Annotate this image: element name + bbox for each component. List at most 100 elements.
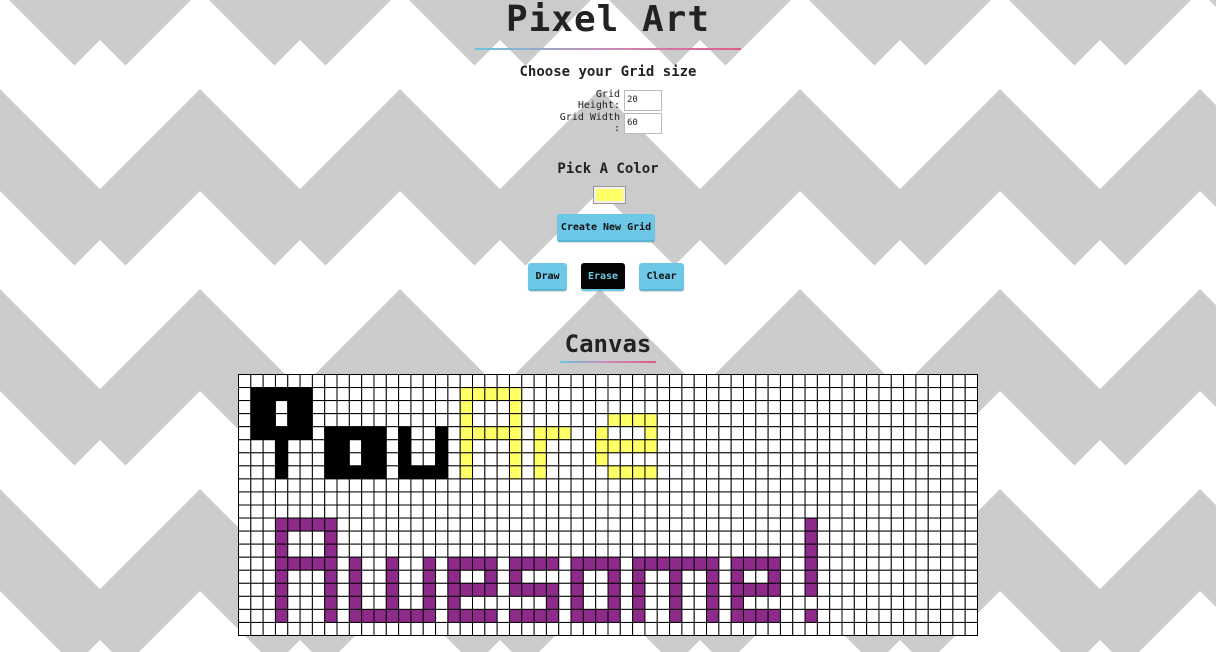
grid-cell[interactable] [595,387,609,402]
grid-cell[interactable] [915,595,929,610]
grid-cell[interactable] [422,543,437,558]
grid-cell[interactable] [459,595,474,610]
grid-cell[interactable] [361,530,375,545]
grid-cell[interactable] [607,374,621,389]
grid-cell[interactable] [373,569,387,584]
grid-cell[interactable] [595,478,609,493]
grid-cell[interactable] [311,387,326,402]
grid-cell[interactable] [866,426,880,441]
grid-cell[interactable] [878,569,892,584]
grid-cell[interactable] [472,413,486,428]
grid-cell[interactable] [435,595,449,610]
grid-cell[interactable] [238,595,252,610]
grid-cell[interactable] [496,530,510,545]
grid-cell[interactable] [459,413,474,428]
grid-cell[interactable] [681,556,695,571]
grid-cell[interactable] [545,426,560,441]
grid-cell[interactable] [853,465,868,480]
grid-cell[interactable] [940,582,954,597]
grid-cell[interactable] [410,400,424,415]
grid-cell[interactable] [681,491,695,506]
grid-cell[interactable] [804,413,818,428]
grid-cell[interactable] [866,530,880,545]
grid-cell[interactable] [632,530,646,545]
grid-cell[interactable] [410,608,424,623]
grid-cell[interactable] [829,439,843,454]
grid-cell[interactable] [853,569,868,584]
grid-cell[interactable] [804,595,818,610]
grid-cell[interactable] [656,595,671,610]
grid-cell[interactable] [324,556,338,571]
grid-cell[interactable] [903,595,917,610]
grid-cell[interactable] [398,582,412,597]
grid-cell[interactable] [472,400,486,415]
grid-cell[interactable] [878,608,892,623]
grid-cell[interactable] [742,400,757,415]
grid-cell[interactable] [410,452,424,467]
grid-cell[interactable] [250,465,264,480]
grid-cell[interactable] [521,530,535,545]
grid-width-input[interactable] [624,112,662,134]
grid-cell[interactable] [619,387,634,402]
grid-cell[interactable] [804,517,818,532]
grid-cell[interactable] [435,413,449,428]
grid-cell[interactable] [558,530,572,545]
grid-cell[interactable] [681,608,695,623]
grid-cell[interactable] [238,452,252,467]
grid-cell[interactable] [274,517,289,532]
grid-cell[interactable] [459,491,474,506]
grid-cell[interactable] [361,517,375,532]
grid-cell[interactable] [398,543,412,558]
grid-cell[interactable] [582,504,597,519]
grid-cell[interactable] [348,452,363,467]
grid-cell[interactable] [570,608,584,623]
grid-cell[interactable] [558,452,572,467]
grid-cell[interactable] [656,530,671,545]
grid-cell[interactable] [681,439,695,454]
grid-cell[interactable] [829,413,843,428]
grid-cell[interactable] [595,452,609,467]
grid-cell[interactable] [472,582,486,597]
grid-cell[interactable] [582,413,597,428]
grid-cell[interactable] [398,426,412,441]
grid-cell[interactable] [422,478,437,493]
grid-cell[interactable] [324,374,338,389]
grid-cell[interactable] [841,582,855,597]
grid-cell[interactable] [373,504,387,519]
grid-cell[interactable] [681,465,695,480]
grid-cell[interactable] [742,608,757,623]
grid-cell[interactable] [816,582,831,597]
grid-cell[interactable] [742,452,757,467]
grid-cell[interactable] [632,400,646,415]
grid-cell[interactable] [915,452,929,467]
grid-cell[interactable] [459,374,474,389]
grid-cell[interactable] [755,582,769,597]
grid-cell[interactable] [287,608,301,623]
grid-cell[interactable] [348,400,363,415]
grid-cell[interactable] [607,400,621,415]
grid-cell[interactable] [619,504,634,519]
grid-cell[interactable] [779,556,794,571]
grid-cell[interactable] [508,569,523,584]
grid-cell[interactable] [361,504,375,519]
grid-cell[interactable] [964,452,978,467]
grid-cell[interactable] [718,478,732,493]
grid-cell[interactable] [940,530,954,545]
grid-cell[interactable] [952,504,966,519]
grid-cell[interactable] [792,582,806,597]
grid-cell[interactable] [287,374,301,389]
grid-cell[interactable] [410,465,424,480]
grid-cell[interactable] [964,374,978,389]
grid-cell[interactable] [508,543,523,558]
grid-cell[interactable] [262,426,276,441]
grid-cell[interactable] [632,426,646,441]
grid-cell[interactable] [915,517,929,532]
grid-cell[interactable] [804,465,818,480]
grid-cell[interactable] [238,517,252,532]
grid-cell[interactable] [853,582,868,597]
grid-cell[interactable] [533,621,547,636]
grid-cell[interactable] [841,530,855,545]
grid-cell[interactable] [545,387,560,402]
grid-cell[interactable] [927,569,942,584]
grid-cell[interactable] [903,478,917,493]
